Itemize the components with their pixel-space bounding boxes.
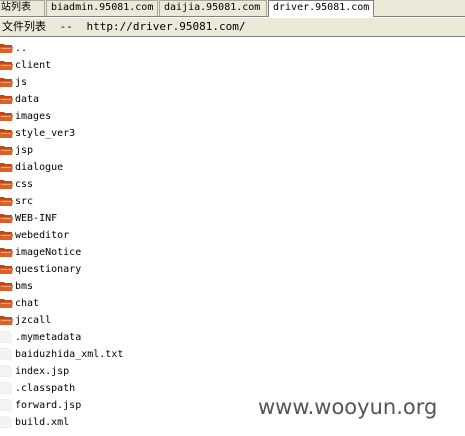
tab-daijia[interactable]: daijia.95081.com <box>159 0 267 16</box>
file-icon <box>0 348 12 360</box>
folder-name: .. <box>15 43 28 54</box>
path-bar: 文件列表 -- http://driver.95081.com/ <box>0 18 465 37</box>
folder-icon <box>0 197 13 206</box>
folder-row[interactable]: style_ver3 <box>0 125 465 142</box>
folder-row[interactable]: data <box>0 91 465 108</box>
folder-icon <box>0 129 13 138</box>
folder-name: jsp <box>15 145 34 156</box>
watermark: www.wooyun.org <box>258 395 438 419</box>
folder-row[interactable]: images <box>0 108 465 125</box>
folder-name: dialogue <box>15 162 64 173</box>
folder-name: webeditor <box>15 230 70 241</box>
folder-icon <box>0 112 13 121</box>
folder-icon <box>0 316 13 325</box>
folder-name: jzcall <box>15 315 52 326</box>
file-icon <box>0 331 12 343</box>
folder-name: bms <box>15 281 34 292</box>
folder-row[interactable]: dialogue <box>0 159 465 176</box>
folder-icon <box>0 78 13 87</box>
folder-name: js <box>15 77 28 88</box>
folder-row[interactable]: chat <box>0 295 465 312</box>
file-row[interactable]: index.jsp <box>0 363 465 380</box>
folder-name: WEB-INF <box>15 213 58 224</box>
file-name: baiduzhida_xml.txt <box>15 349 124 360</box>
folder-row[interactable]: imageNotice <box>0 244 465 261</box>
folder-icon <box>0 61 13 70</box>
path-url: http://driver.95081.com/ <box>86 20 246 33</box>
folder-name: client <box>15 60 52 71</box>
folder-row[interactable]: js <box>0 74 465 91</box>
file-icon <box>0 416 12 428</box>
folder-row[interactable]: jsp <box>0 142 465 159</box>
folder-row[interactable]: WEB-INF <box>0 210 465 227</box>
folder-row[interactable]: jzcall <box>0 312 465 329</box>
folder-icon <box>0 231 13 240</box>
file-name: .classpath <box>15 383 76 394</box>
folder-name: imageNotice <box>15 247 82 258</box>
folder-name: images <box>15 111 52 122</box>
file-name: forward.jsp <box>15 400 82 411</box>
folder-icon <box>0 163 13 172</box>
folder-icon <box>0 248 13 257</box>
folder-icon <box>0 282 13 291</box>
tab-driver[interactable]: driver.95081.com <box>268 0 374 17</box>
folder-row[interactable]: src <box>0 193 465 210</box>
path-separator: -- <box>59 20 73 33</box>
file-list: .. client js data images style_ver3jsp dialogu… <box>0 40 465 431</box>
folder-icon <box>0 265 13 274</box>
file-row[interactable]: .mymetadata <box>0 329 465 346</box>
path-label: 文件列表 <box>2 20 46 33</box>
file-icon <box>0 382 12 394</box>
folder-name: data <box>15 94 40 105</box>
folder-icon <box>0 299 13 308</box>
folder-icon <box>0 180 13 189</box>
file-name: build.xml <box>15 417 70 428</box>
folder-name: css <box>15 179 34 190</box>
folder-row[interactable]: .. <box>0 40 465 57</box>
tab-site-list[interactable]: 站列表 <box>0 0 45 16</box>
folder-icon <box>0 44 13 53</box>
tab-bar: 站列表 biadmin.95081.com daijia.95081.com d… <box>0 0 465 17</box>
folder-row[interactable]: css <box>0 176 465 193</box>
folder-row[interactable]: questionary <box>0 261 465 278</box>
folder-name: chat <box>15 298 40 309</box>
folder-row[interactable]: client <box>0 57 465 74</box>
folder-name: src <box>15 196 34 207</box>
file-icon <box>0 399 12 411</box>
folder-name: style_ver3 <box>15 128 76 139</box>
file-name: index.jsp <box>15 366 70 377</box>
tab-biadmin[interactable]: biadmin.95081.com <box>46 0 158 16</box>
file-row[interactable]: baiduzhida_xml.txt <box>0 346 465 363</box>
folder-icon <box>0 95 13 104</box>
folder-name: questionary <box>15 264 82 275</box>
folder-icon <box>0 214 13 223</box>
file-icon <box>0 365 12 377</box>
folder-row[interactable]: bms <box>0 278 465 295</box>
file-name: .mymetadata <box>15 332 82 343</box>
folder-icon <box>0 146 13 155</box>
folder-row[interactable]: webeditor <box>0 227 465 244</box>
